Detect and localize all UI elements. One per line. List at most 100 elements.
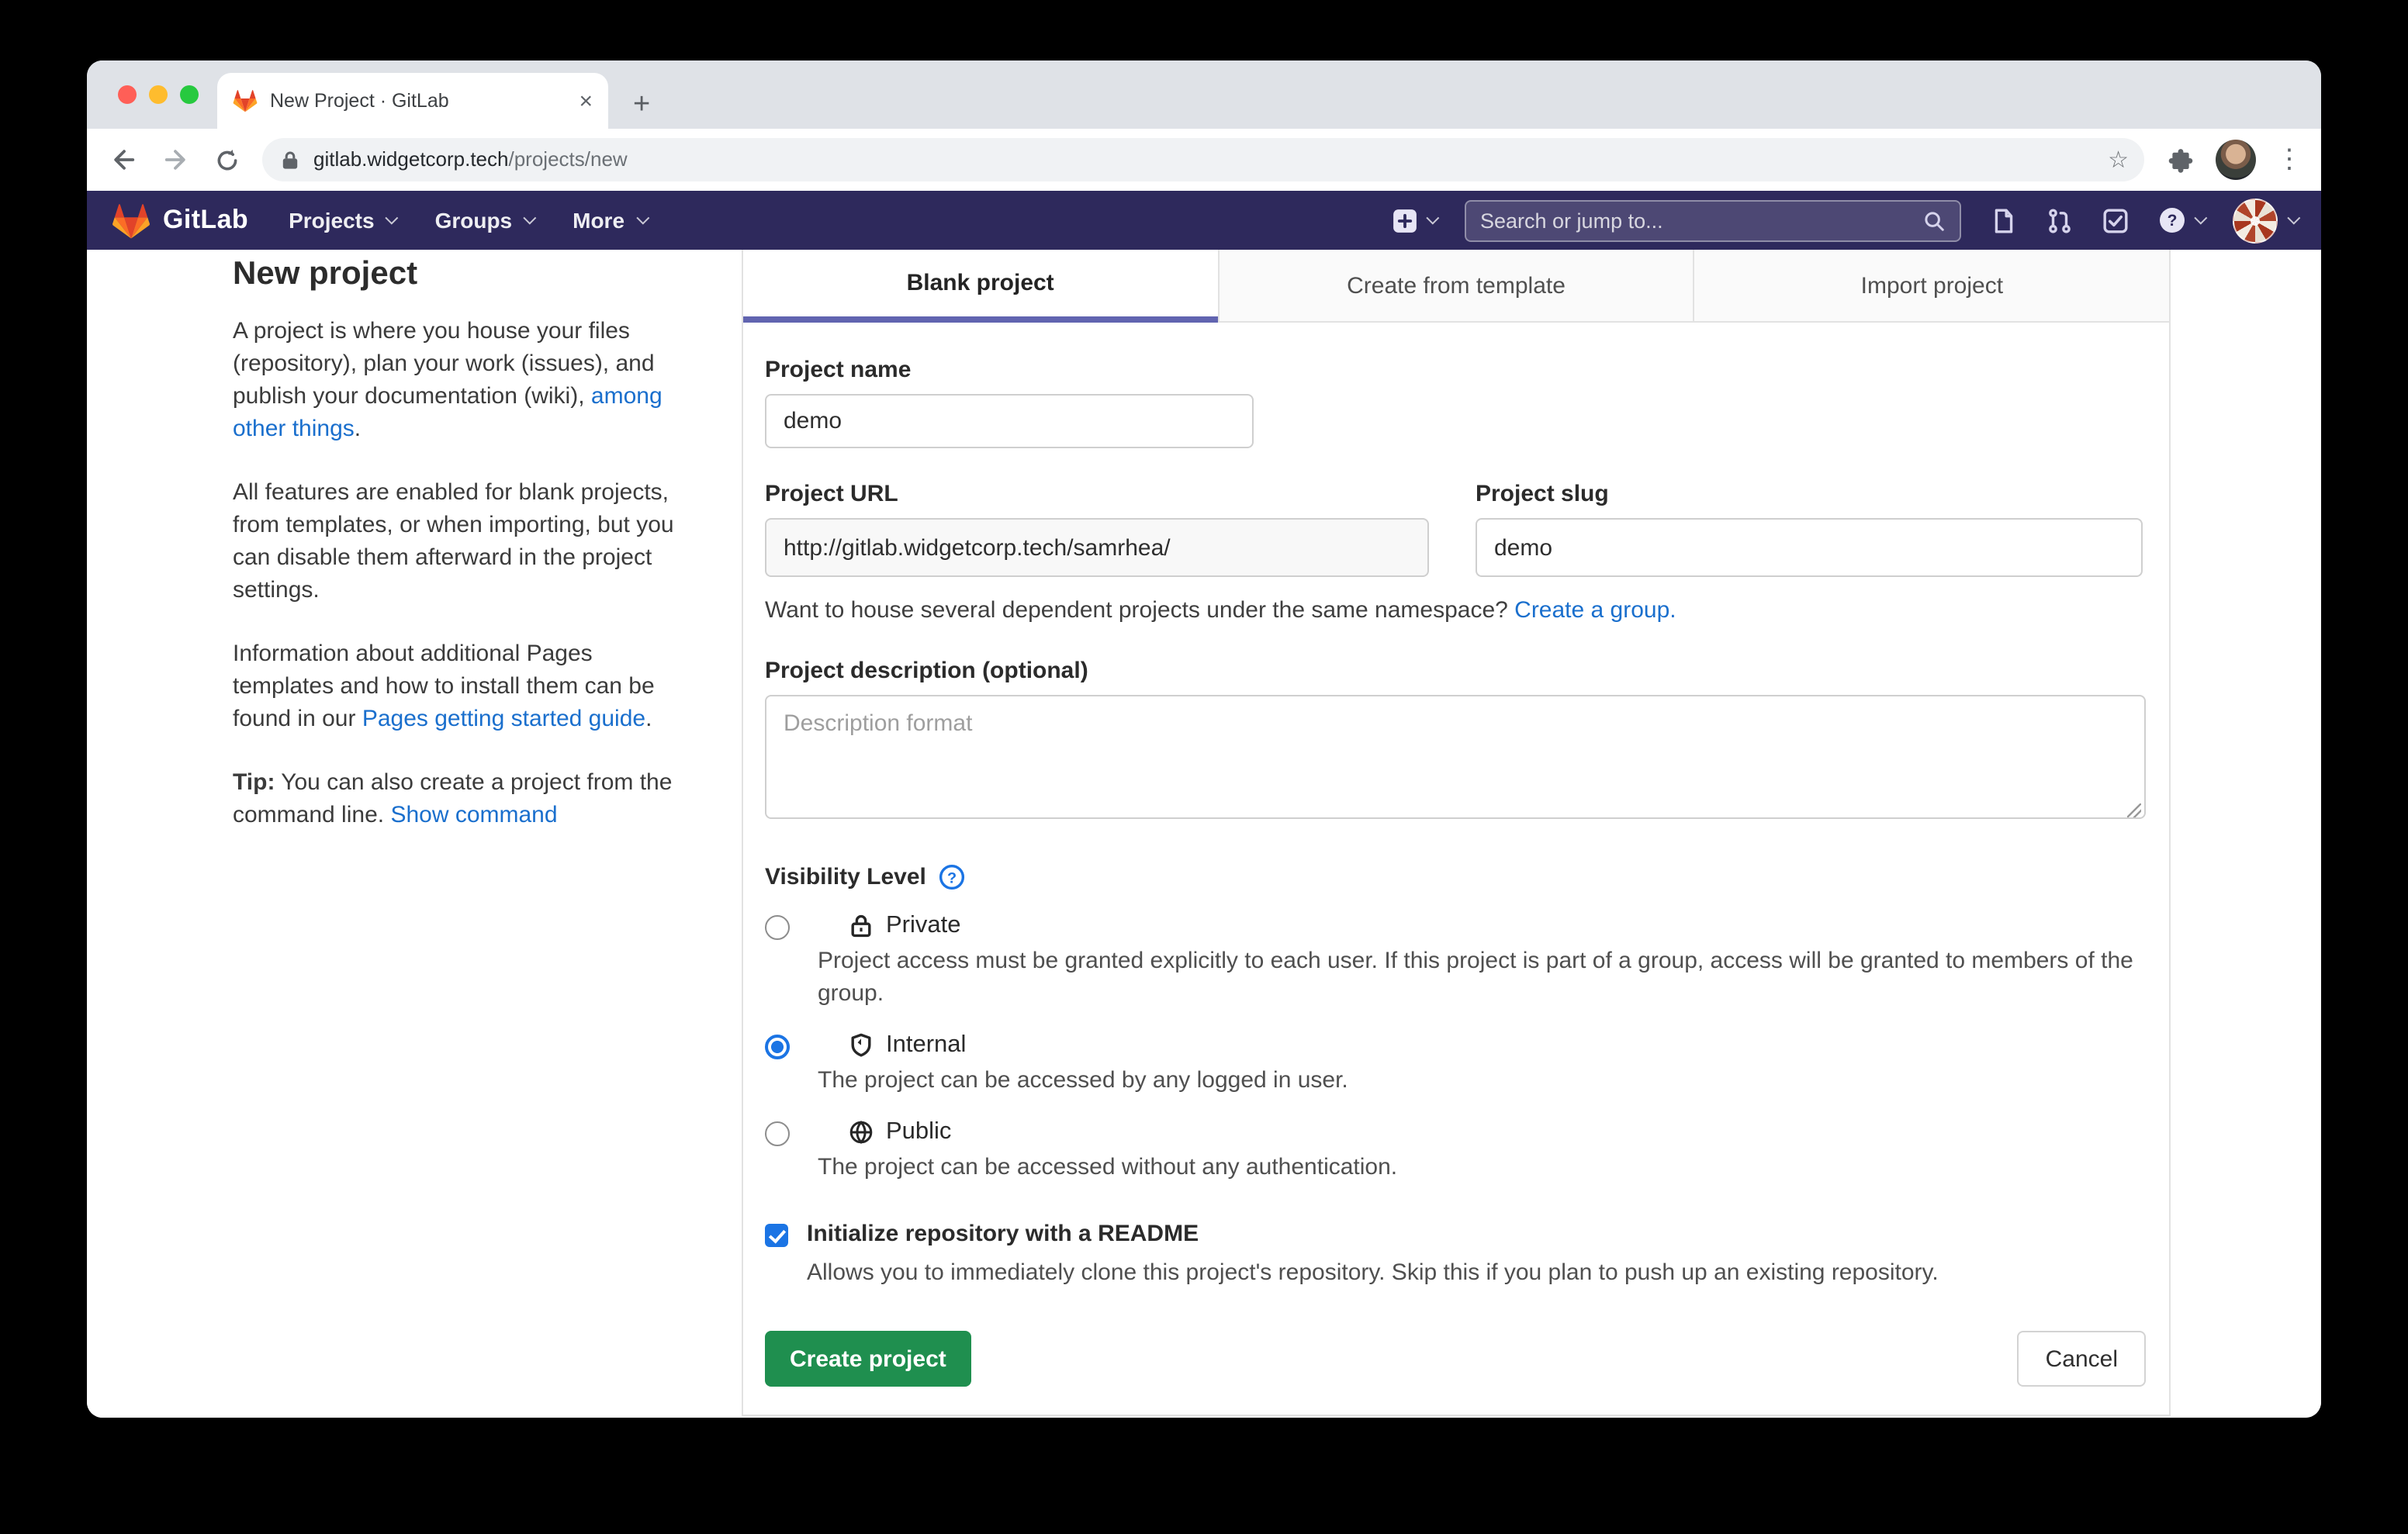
- project-type-tabs: Blank project Create from template Impor…: [743, 250, 2169, 323]
- readme-option: Initialize repository with a README Allo…: [765, 1221, 2146, 1289]
- project-name-input[interactable]: [765, 394, 1254, 448]
- private-option-description: Project access must be granted explicitl…: [818, 945, 2144, 1010]
- gitlab-logo-icon: [112, 201, 150, 240]
- internal-radio[interactable]: [765, 1035, 790, 1059]
- visibility-option-internal: Internal The project can be accessed by …: [765, 1031, 2146, 1097]
- new-project-panel: Blank project Create from template Impor…: [742, 250, 2171, 1416]
- create-a-group-link[interactable]: Create a group.: [1514, 597, 1676, 624]
- readme-description: Allows you to immediately clone this pro…: [807, 1256, 2146, 1289]
- forward-icon[interactable]: [160, 144, 191, 175]
- pages-guide-link[interactable]: Pages getting started guide: [362, 706, 645, 732]
- tip-label: Tip:: [233, 769, 275, 796]
- readme-label[interactable]: Initialize repository with a README: [807, 1221, 1199, 1247]
- public-radio[interactable]: [765, 1121, 790, 1146]
- window-controls: [118, 85, 199, 104]
- svg-text:?: ?: [2168, 212, 2178, 230]
- browser-titlebar: New Project · GitLab × +: [87, 60, 2321, 129]
- visibility-option-private: Private Project access must be granted e…: [765, 912, 2146, 1010]
- fullscreen-window-button[interactable]: [180, 85, 199, 104]
- search-icon: [1922, 209, 1946, 232]
- project-description-input[interactable]: [765, 695, 2146, 819]
- bookmark-star-icon[interactable]: ☆: [2108, 146, 2129, 174]
- back-icon[interactable]: [109, 144, 140, 175]
- sidebar-paragraph: A project is where you house your files …: [233, 315, 686, 445]
- merge-requests-icon[interactable]: [2046, 207, 2073, 233]
- visibility-help-icon[interactable]: ?: [939, 864, 965, 890]
- namespace-hint: Want to house several dependent projects…: [765, 597, 2146, 624]
- url-host: gitlab.widgetcorp.tech: [313, 147, 509, 171]
- nav-projects-menu[interactable]: Projects: [289, 208, 395, 233]
- gitlab-favicon-icon: [233, 88, 258, 113]
- todos-icon[interactable]: [2102, 207, 2129, 233]
- svg-text:?: ?: [947, 870, 957, 887]
- address-bar[interactable]: gitlab.widgetcorp.tech/projects/new ☆: [262, 138, 2144, 181]
- private-radio[interactable]: [765, 915, 790, 940]
- gitlab-home-link[interactable]: GitLab: [112, 201, 248, 240]
- search-input[interactable]: Search or jump to...: [1465, 199, 1961, 241]
- help-icon: ?: [2158, 206, 2186, 234]
- project-slug-input[interactable]: [1476, 518, 2143, 577]
- tab-create-from-template[interactable]: Create from template: [1217, 250, 1694, 323]
- user-avatar: [2233, 198, 2278, 243]
- browser-toolbar: gitlab.widgetcorp.tech/projects/new ☆ ⋮: [87, 129, 2321, 191]
- project-description-label: Project description (optional): [765, 658, 2146, 684]
- show-command-link[interactable]: Show command: [390, 802, 557, 828]
- resize-grip-icon[interactable]: [2127, 803, 2141, 817]
- chevron-down-icon: [2287, 212, 2300, 225]
- help-menu[interactable]: ?: [2158, 206, 2203, 234]
- blank-project-form: Project name Project URL Project slug Wa…: [743, 323, 2169, 1415]
- project-name-label: Project name: [765, 357, 2146, 383]
- tab-blank-project[interactable]: Blank project: [743, 250, 1217, 323]
- plus-square-icon: [1392, 207, 1418, 233]
- browser-profile-avatar[interactable]: [2216, 140, 2256, 180]
- public-option-description: The project can be accessed without any …: [818, 1151, 2144, 1183]
- cancel-button[interactable]: Cancel: [2018, 1331, 2146, 1387]
- chevron-down-icon: [523, 212, 536, 225]
- user-menu[interactable]: [2233, 198, 2296, 243]
- chevron-down-icon: [386, 212, 399, 225]
- browser-tab[interactable]: New Project · GitLab ×: [217, 73, 608, 129]
- page-title: New project: [233, 256, 686, 293]
- create-project-button[interactable]: Create project: [765, 1331, 971, 1387]
- nav-groups-menu[interactable]: Groups: [435, 208, 533, 233]
- project-url-input[interactable]: [765, 518, 1429, 577]
- nav-more-menu[interactable]: More: [573, 208, 645, 233]
- public-option-label[interactable]: Public: [886, 1118, 951, 1146]
- sidebar-paragraph: Information about additional Pages templ…: [233, 637, 686, 735]
- new-tab-button[interactable]: +: [633, 90, 650, 119]
- shield-icon: [849, 1033, 874, 1058]
- project-url-label: Project URL: [765, 481, 1429, 507]
- visibility-option-public: Public The project can be accessed witho…: [765, 1118, 2146, 1183]
- chevron-down-icon: [1426, 212, 1439, 225]
- brand-name: GitLab: [163, 205, 248, 236]
- sidebar-help-column: New project A project is where you house…: [233, 256, 686, 862]
- new-item-menu[interactable]: [1392, 207, 1435, 233]
- close-window-button[interactable]: [118, 85, 137, 104]
- lock-icon: [849, 914, 874, 938]
- gitlab-main-menu: Projects Groups More: [289, 208, 645, 233]
- chevron-down-icon: [2194, 212, 2207, 225]
- visibility-level-label: Visibility Level: [765, 864, 926, 890]
- chevron-down-icon: [635, 212, 649, 225]
- tab-title: New Project · GitLab: [270, 90, 566, 112]
- url-path: /projects/new: [509, 147, 628, 171]
- tab-close-icon[interactable]: ×: [579, 89, 593, 112]
- private-option-label[interactable]: Private: [886, 912, 961, 940]
- page-content: New project A project is where you house…: [87, 250, 2321, 1418]
- desktop-background: New Project · GitLab × + gitlab.widgetco…: [0, 0, 2408, 1534]
- https-lock-icon[interactable]: [281, 150, 299, 170]
- project-slug-label: Project slug: [1476, 481, 2143, 507]
- browser-menu-icon[interactable]: ⋮: [2276, 144, 2302, 175]
- sidebar-tip: Tip: You can also create a project from …: [233, 766, 686, 831]
- internal-option-description: The project can be accessed by any logge…: [818, 1064, 2144, 1097]
- minimize-window-button[interactable]: [149, 85, 168, 104]
- reload-icon[interactable]: [211, 144, 242, 175]
- readme-checkbox[interactable]: [765, 1224, 788, 1247]
- extensions-puzzle-icon[interactable]: [2164, 144, 2195, 175]
- browser-window: New Project · GitLab × + gitlab.widgetco…: [87, 60, 2321, 1418]
- tab-import-project[interactable]: Import project: [1695, 250, 2169, 323]
- search-placeholder: Search or jump to...: [1480, 209, 1922, 232]
- internal-option-label[interactable]: Internal: [886, 1031, 966, 1059]
- issues-icon[interactable]: [1991, 207, 2017, 233]
- sidebar-paragraph: All features are enabled for blank proje…: [233, 476, 686, 606]
